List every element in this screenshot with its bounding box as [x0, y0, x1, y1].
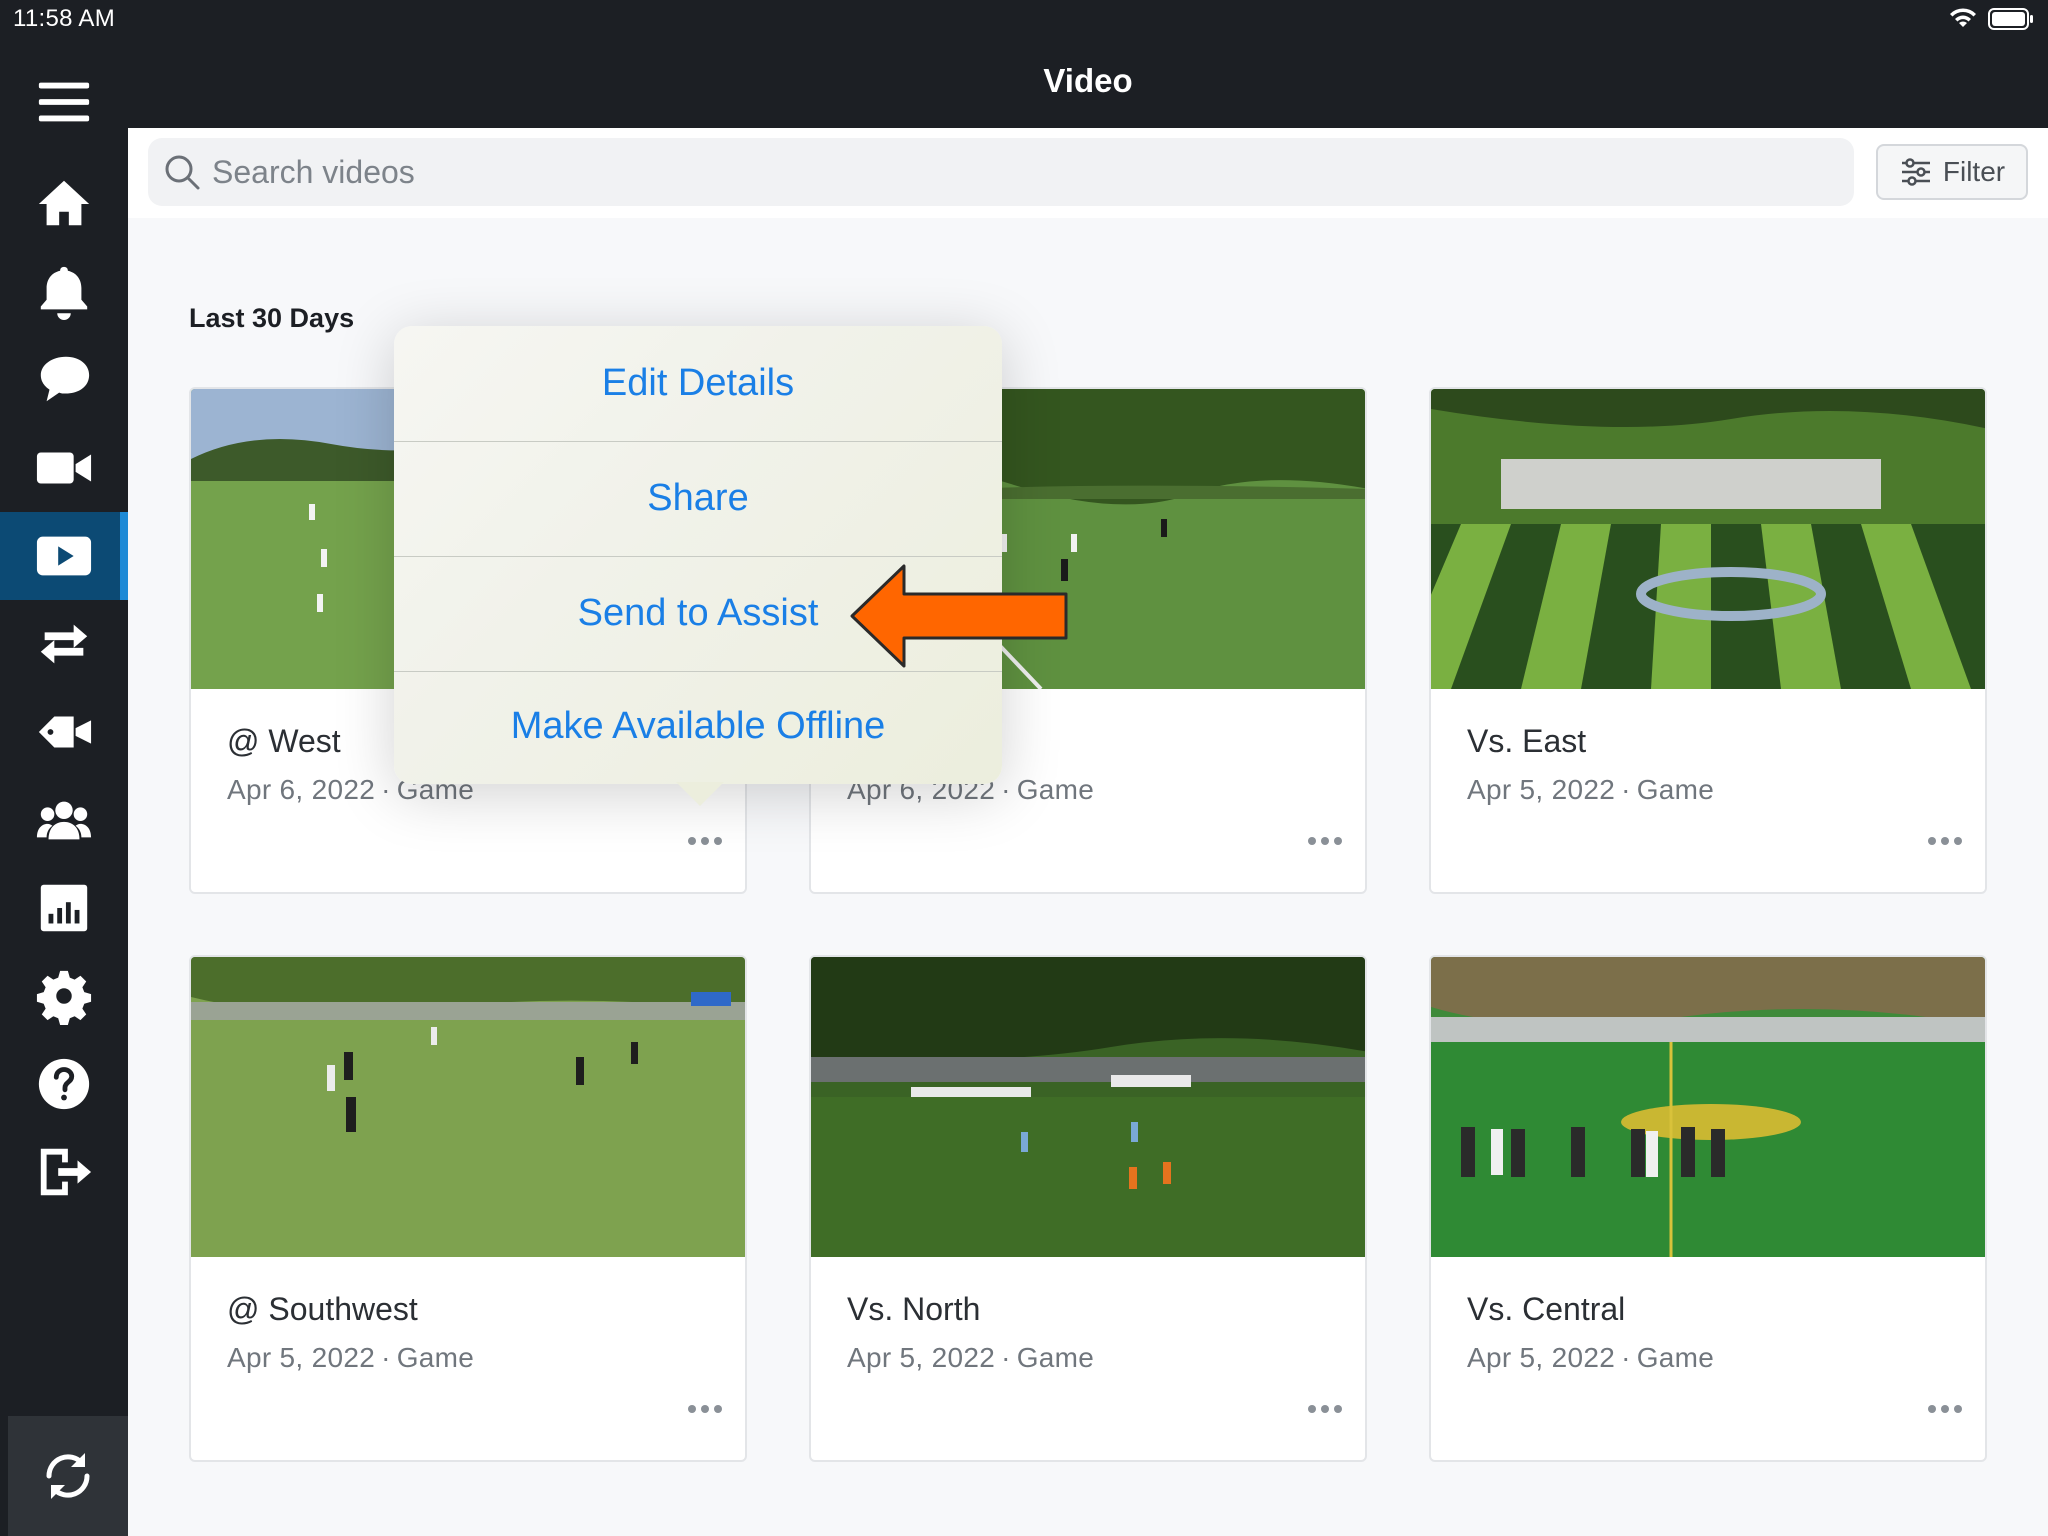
sync-button[interactable]: [8, 1416, 128, 1536]
header-bar: Video: [128, 40, 2048, 128]
video-type: Game: [396, 1342, 475, 1373]
video-type: Game: [1016, 1342, 1095, 1373]
video-title: Vs. North: [847, 1291, 981, 1327]
search-box[interactable]: [148, 138, 1854, 206]
sidebar: [0, 40, 128, 1536]
ellipsis-icon: [688, 837, 696, 845]
tag-camera-icon: [38, 716, 92, 748]
video-title: Vs. East: [1467, 723, 1587, 759]
video-date: Apr 5, 2022: [847, 1342, 996, 1373]
stats-icon: [40, 884, 88, 932]
video-thumbnail-image: [1431, 389, 1985, 689]
sidebar-item-team[interactable]: [0, 776, 128, 864]
search-icon: [165, 155, 200, 190]
status-time: 11:58 AM: [13, 5, 116, 32]
video-title: @ West: [227, 723, 341, 759]
battery-icon: [1988, 8, 2033, 30]
sidebar-menu-button[interactable]: [0, 58, 128, 146]
video-thumbnail-image: [811, 957, 1365, 1257]
status-bar: 11:58 AM: [0, 0, 2048, 40]
ellipsis-icon: [688, 1405, 696, 1413]
sidebar-item-settings[interactable]: [0, 952, 128, 1040]
video-thumbnail-image: [191, 957, 745, 1257]
sidebar-item-help[interactable]: [0, 1040, 128, 1128]
video-thumbnail[interactable]: [1431, 957, 1985, 1257]
more-options-button[interactable]: [1917, 1389, 1973, 1429]
sync-icon: [46, 1453, 90, 1499]
ellipsis-icon: [1308, 1405, 1316, 1413]
sidebar-item-messages[interactable]: [0, 336, 128, 424]
sidebar-item-exchange[interactable]: [0, 600, 128, 688]
video-meta: Apr 5, 2022 · Game: [1467, 774, 1715, 805]
menu-item-make-available-offline[interactable]: Make Available Offline: [394, 669, 1002, 784]
sidebar-item-stats[interactable]: [0, 864, 128, 952]
menu-item-edit-details[interactable]: Edit Details: [394, 326, 1002, 441]
video-thumbnail[interactable]: [191, 957, 745, 1257]
video-card[interactable]: @ Southwest Apr 5, 2022 · Game: [189, 955, 747, 1462]
sidebar-item-notifications[interactable]: [0, 248, 128, 336]
play-video-icon: [36, 536, 92, 576]
logout-icon: [40, 1148, 92, 1196]
home-icon: [38, 180, 90, 226]
sidebar-item-record[interactable]: [0, 424, 128, 512]
filter-button[interactable]: Filter: [1876, 144, 2028, 200]
video-card[interactable]: Vs. North Apr 5, 2022 · Game: [809, 955, 1367, 1462]
annotation-arrow-icon: [850, 564, 1068, 668]
video-camera-icon: [36, 452, 92, 484]
more-options-button[interactable]: [1917, 821, 1973, 861]
filter-sliders-icon: [1901, 158, 1930, 186]
video-meta: Apr 5, 2022 · Game: [847, 1342, 1095, 1373]
filter-label: Filter: [1942, 156, 2006, 187]
video-type: Game: [1016, 774, 1095, 805]
wifi-icon: [1950, 8, 1976, 27]
menu-item-share[interactable]: Share: [394, 441, 1002, 556]
team-icon: [36, 801, 92, 840]
video-type: Game: [1636, 774, 1715, 805]
more-options-button[interactable]: [1297, 821, 1353, 861]
ellipsis-icon: [1928, 837, 1936, 845]
video-date: Apr 5, 2022: [227, 1342, 376, 1373]
sidebar-item-home[interactable]: [0, 160, 128, 248]
video-card[interactable]: Vs. Central Apr 5, 2022 · Game: [1429, 955, 1987, 1462]
video-title: Vs. Central: [1467, 1291, 1626, 1327]
video-thumbnail[interactable]: [1431, 389, 1985, 689]
ellipsis-icon: [1928, 1405, 1936, 1413]
video-date: Apr 5, 2022: [1467, 774, 1616, 805]
exchange-icon: [40, 624, 88, 664]
more-options-button[interactable]: [1297, 1389, 1353, 1429]
sidebar-item-logout[interactable]: [0, 1128, 128, 1216]
chat-icon: [40, 356, 90, 402]
gear-icon: [36, 970, 92, 1025]
video-meta: Apr 5, 2022 · Game: [227, 1342, 475, 1373]
video-options-popover: Edit Details Share Send to Assist Make A…: [394, 326, 1002, 806]
video-thumbnail-image: [1431, 957, 1985, 1257]
menu-icon: [38, 82, 90, 122]
video-title: @ Southwest: [227, 1291, 418, 1327]
search-row: Filter: [128, 128, 2048, 218]
help-icon: [38, 1058, 90, 1110]
search-input[interactable]: [212, 138, 1832, 206]
video-date: Apr 6, 2022: [227, 774, 376, 805]
more-options-button[interactable]: [677, 821, 733, 861]
ellipsis-icon: [1308, 837, 1316, 845]
video-thumbnail[interactable]: [811, 957, 1365, 1257]
video-meta: Apr 5, 2022 · Game: [1467, 1342, 1715, 1373]
sidebar-item-tagging[interactable]: [0, 688, 128, 776]
video-date: Apr 5, 2022: [1467, 1342, 1616, 1373]
video-card[interactable]: Vs. East Apr 5, 2022 · Game: [1429, 387, 1987, 894]
more-options-button[interactable]: [677, 1389, 733, 1429]
video-type: Game: [1636, 1342, 1715, 1373]
section-title: Last 30 Days: [189, 303, 355, 333]
page-title: Video: [1043, 62, 1133, 99]
bell-icon: [40, 266, 88, 321]
sidebar-item-video[interactable]: [0, 512, 128, 600]
